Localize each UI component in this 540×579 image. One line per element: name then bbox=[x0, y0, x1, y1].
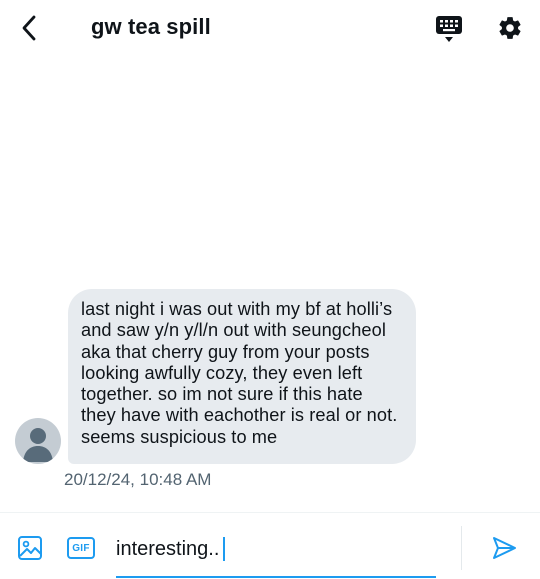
conversation-title: gw tea spill bbox=[91, 14, 211, 39]
conversation-header: gw tea spill bbox=[0, 0, 540, 56]
image-icon bbox=[18, 536, 42, 560]
keyboard-icon bbox=[436, 16, 462, 42]
back-button[interactable] bbox=[14, 12, 44, 44]
send-button[interactable] bbox=[488, 532, 520, 564]
settings-button[interactable] bbox=[494, 12, 526, 44]
send-icon bbox=[493, 537, 516, 559]
message-bubble[interactable]: last night i was out with my bf at holli… bbox=[68, 289, 416, 464]
message-timestamp: 20/12/24, 10:48 AM bbox=[64, 470, 212, 489]
message-text: last night i was out with my bf at holli… bbox=[81, 299, 398, 447]
chevron-left-icon bbox=[22, 15, 36, 41]
keyboard-button[interactable] bbox=[432, 14, 466, 44]
add-image-button[interactable] bbox=[15, 533, 45, 563]
message-input-value: interesting.. bbox=[116, 537, 220, 560]
text-caret bbox=[223, 537, 226, 561]
add-gif-button[interactable]: GIF bbox=[66, 536, 96, 560]
avatar[interactable] bbox=[15, 418, 61, 464]
gif-label: GIF bbox=[72, 542, 90, 554]
message-input[interactable]: interesting.. bbox=[116, 534, 436, 564]
gear-icon bbox=[499, 17, 521, 39]
composer-divider bbox=[0, 512, 540, 513]
composer-vertical-divider bbox=[461, 526, 462, 570]
default-avatar-icon bbox=[23, 428, 53, 462]
input-focus-underline bbox=[116, 576, 436, 578]
